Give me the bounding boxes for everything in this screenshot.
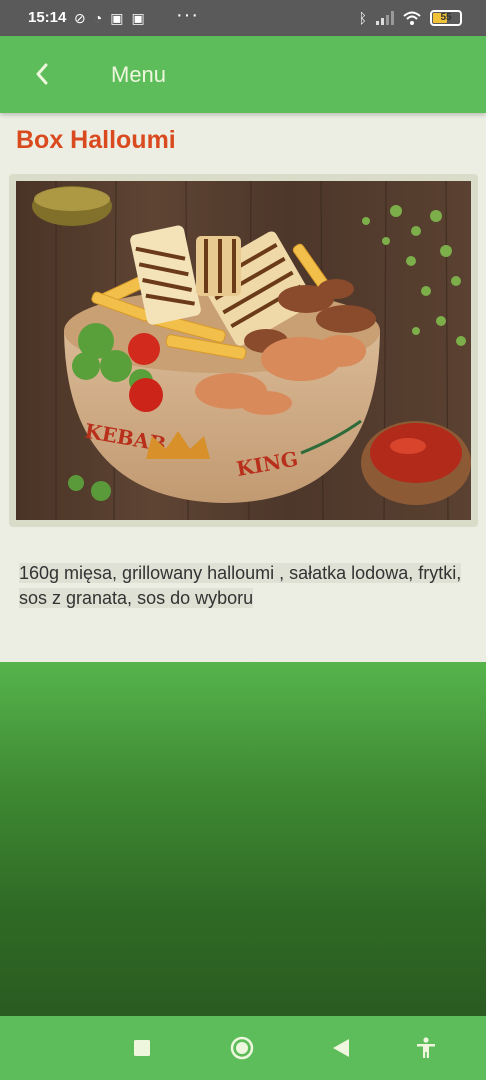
messenger-icon: ◔ <box>93 10 103 26</box>
app-notification-icon: ▣ <box>110 10 124 26</box>
chevron-left-icon <box>36 63 48 85</box>
back-button[interactable] <box>26 58 58 90</box>
signal-icon <box>376 11 394 25</box>
product-description-text: 160g mięsa, grillowany halloumi , sałatk… <box>19 563 462 608</box>
circle-icon <box>230 1036 254 1060</box>
battery-level: 55 <box>440 12 452 23</box>
product-description: 160g mięsa, grillowany halloumi , sałatk… <box>19 561 469 611</box>
recents-button[interactable] <box>128 1034 156 1062</box>
square-icon <box>134 1040 150 1056</box>
home-button[interactable] <box>228 1034 256 1062</box>
product-image-frame: KEBAB KING <box>9 174 478 527</box>
accessibility-icon <box>417 1037 435 1058</box>
background-panel <box>0 662 486 1016</box>
more-notifications-icon: ··· <box>176 4 199 26</box>
status-time: 15:14 <box>28 9 67 26</box>
product-title: Box Halloumi <box>16 126 176 154</box>
battery-icon: 55 <box>430 10 462 26</box>
status-notifications: ⊘ ◔ ▣ ▣ <box>74 9 145 27</box>
app-bar: Menu <box>0 36 486 113</box>
triangle-left-icon <box>333 1039 349 1057</box>
status-bar: 15:14 ⊘ ◔ ▣ ▣ ··· ᛒ 55 <box>0 0 486 36</box>
wifi-icon <box>403 11 421 25</box>
bluetooth-icon: ᛒ <box>358 10 367 26</box>
product-image: KEBAB KING <box>16 181 471 520</box>
app-notification-icon: ▣ <box>131 10 145 26</box>
accessibility-button[interactable] <box>412 1034 440 1062</box>
notifications-off-icon: ⊘ <box>74 10 86 26</box>
app-title: Menu <box>111 62 167 87</box>
nav-back-button[interactable] <box>327 1034 355 1062</box>
system-nav-bar <box>0 1016 486 1080</box>
status-system-icons: ᛒ 55 <box>359 9 462 27</box>
